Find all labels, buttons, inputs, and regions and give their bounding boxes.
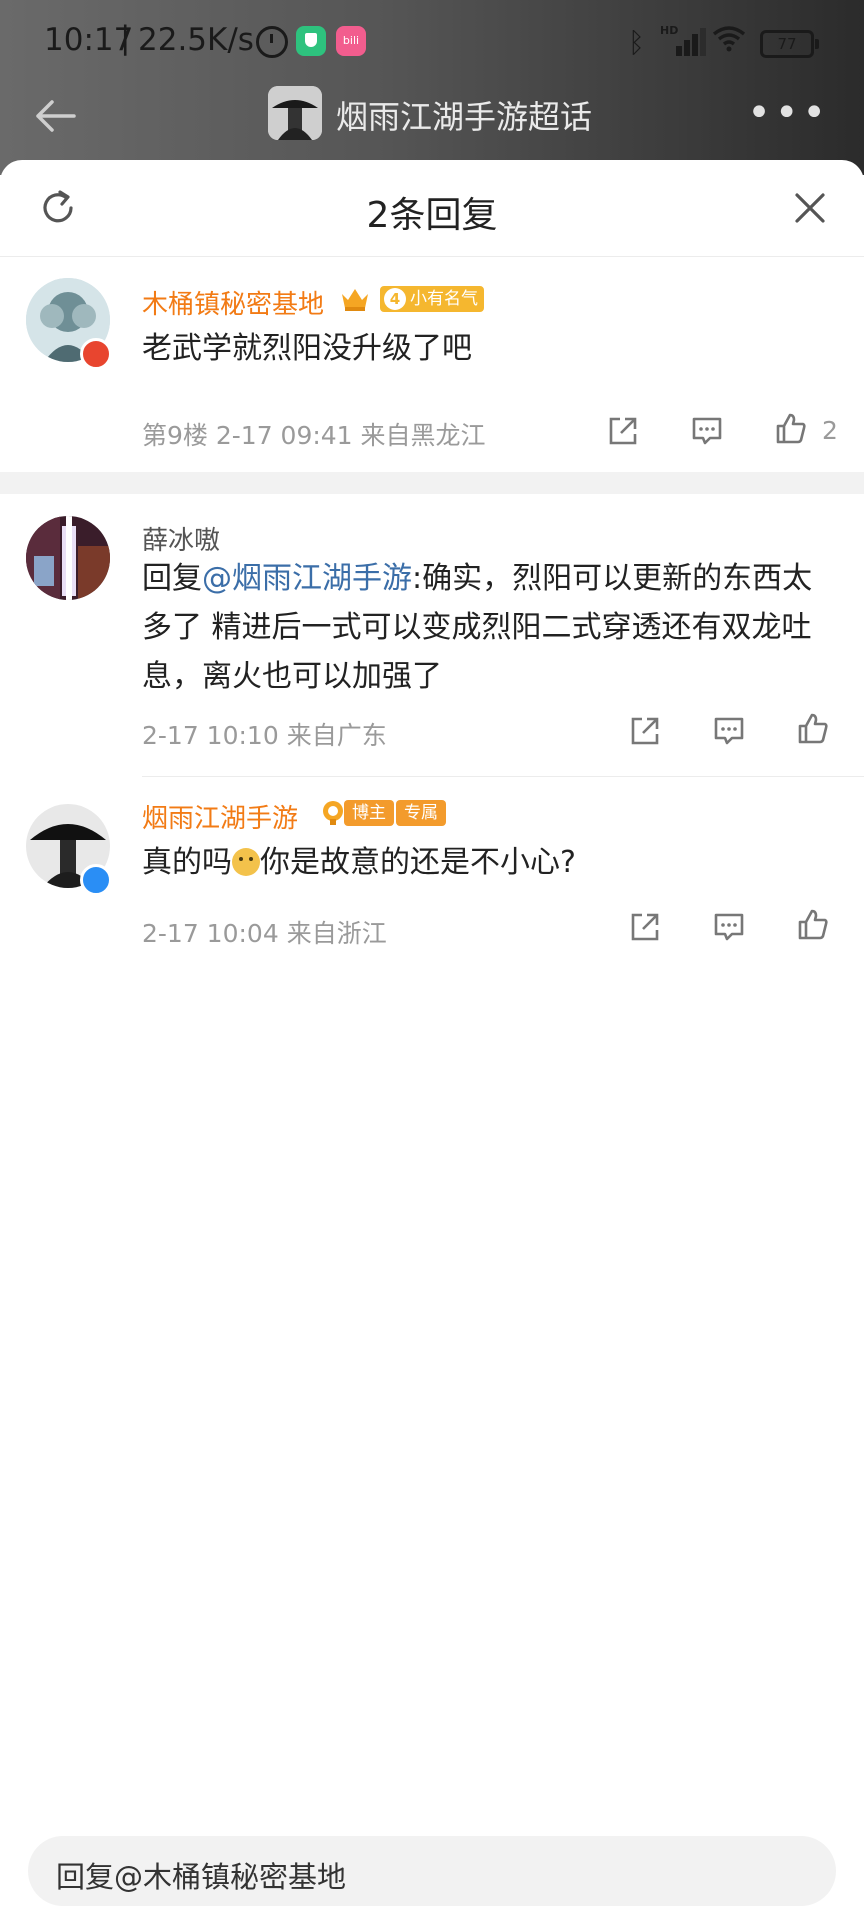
username[interactable]: 薛冰嗷 <box>142 520 220 557</box>
comment-meta: 2-17 10:04 来自浙江 <box>142 914 387 950</box>
status-bar: 10:17 | 22.5K/s bili ᛒ HD 77 <box>0 0 864 80</box>
close-icon[interactable] <box>792 190 828 226</box>
comment-location: 来自浙江 <box>286 919 387 948</box>
bilibili-app-icon: bili <box>336 26 366 56</box>
alarm-icon <box>256 26 288 58</box>
comment-text: 回复@烟雨江湖手游:确实，烈阳可以更新的东西太多了 精进后一式可以变成烈阳二式穿… <box>142 554 834 701</box>
comment-meta: 2-17 10:10 来自广东 <box>142 716 387 752</box>
like-icon[interactable] <box>774 412 808 446</box>
username[interactable]: 木桶镇秘密基地 <box>142 284 324 321</box>
reply-divider <box>142 776 864 777</box>
panel-title: 2条回复 <box>366 195 498 236</box>
like-icon[interactable] <box>796 908 830 942</box>
panel-header: 2条回复 <box>0 160 864 257</box>
wifi-icon <box>712 24 746 61</box>
comment-text-part2: 你是故意的还是不小心? <box>260 845 576 880</box>
share-icon[interactable] <box>628 714 662 748</box>
comment-location: 来自广东 <box>286 721 387 750</box>
exclusive-tag: 专属 <box>396 800 446 826</box>
like-count: 2 <box>822 416 838 445</box>
doge-emoji-icon <box>232 848 260 876</box>
comment-location: 来自黑龙江 <box>360 421 486 450</box>
fan-level-badge: 4 小有名气 <box>380 286 484 312</box>
topic-avatar[interactable] <box>268 86 322 140</box>
more-icon[interactable]: ••• <box>747 90 830 136</box>
comment-icon[interactable] <box>690 414 724 448</box>
mention-link[interactable]: @烟雨江湖手游 <box>202 561 412 596</box>
reply-input-placeholder: 回复@木桶镇秘密基地 <box>56 1860 347 1894</box>
verified-badge <box>80 338 112 370</box>
username[interactable]: 烟雨江湖手游 <box>142 798 298 835</box>
reply-input[interactable]: 回复@木桶镇秘密基地 <box>28 1836 836 1906</box>
avatar[interactable] <box>26 516 110 600</box>
topic-title[interactable]: 烟雨江湖手游超话 <box>336 92 592 138</box>
security-app-icon <box>296 26 326 56</box>
replies-panel: 2条回复 木桶镇秘密基地 4 小有名气 老武学就烈阳没升级了吧 第9楼 2-17… <box>0 160 864 1920</box>
crown-icon <box>340 286 370 312</box>
comment-text: 老武学就烈阳没升级了吧 <box>142 331 472 366</box>
comment-datetime: 2-17 10:10 <box>142 721 279 750</box>
fan-level-number: 4 <box>384 288 406 310</box>
comment-icon[interactable] <box>712 910 746 944</box>
comment-datetime: 2-17 09:41 <box>215 421 353 450</box>
comment-text: 真的吗 你是故意的还是不小心? <box>142 838 834 887</box>
battery-indicator: 77 <box>760 30 819 58</box>
network-speed: 22.5K/s <box>138 22 254 58</box>
hd-label: HD <box>660 24 679 37</box>
status-separator: | <box>120 20 131 56</box>
floor-number: 第9楼 <box>142 421 208 450</box>
signal-icon: HD <box>660 24 706 56</box>
share-icon[interactable] <box>606 414 640 448</box>
root-comment: 木桶镇秘密基地 4 小有名气 老武学就烈阳没升级了吧 第9楼 2-17 09:4… <box>0 256 864 492</box>
section-divider <box>0 472 864 494</box>
verified-badge <box>80 864 112 896</box>
comment-icon[interactable] <box>712 714 746 748</box>
reply-item: 薛冰嗷 回复@烟雨江湖手游:确实，烈阳可以更新的东西太多了 精进后一式可以变成烈… <box>0 494 864 764</box>
fan-level-label: 小有名气 <box>410 289 478 309</box>
reply-prefix: 回复 <box>142 561 202 596</box>
comment-text-part1: 真的吗 <box>142 845 232 880</box>
blogger-tag: 博主 <box>344 800 394 826</box>
reply-item: 烟雨江湖手游 博主 专属 真的吗 你是故意的还是不小心? 2-17 10:04 来… <box>0 778 864 958</box>
comment-datetime: 2-17 10:04 <box>142 919 279 948</box>
like-icon[interactable] <box>796 712 830 746</box>
share-icon[interactable] <box>628 910 662 944</box>
comment-meta: 第9楼 2-17 09:41 来自黑龙江 <box>142 416 486 452</box>
back-arrow-icon[interactable] <box>30 90 82 142</box>
bluetooth-icon: ᛒ <box>628 26 645 59</box>
